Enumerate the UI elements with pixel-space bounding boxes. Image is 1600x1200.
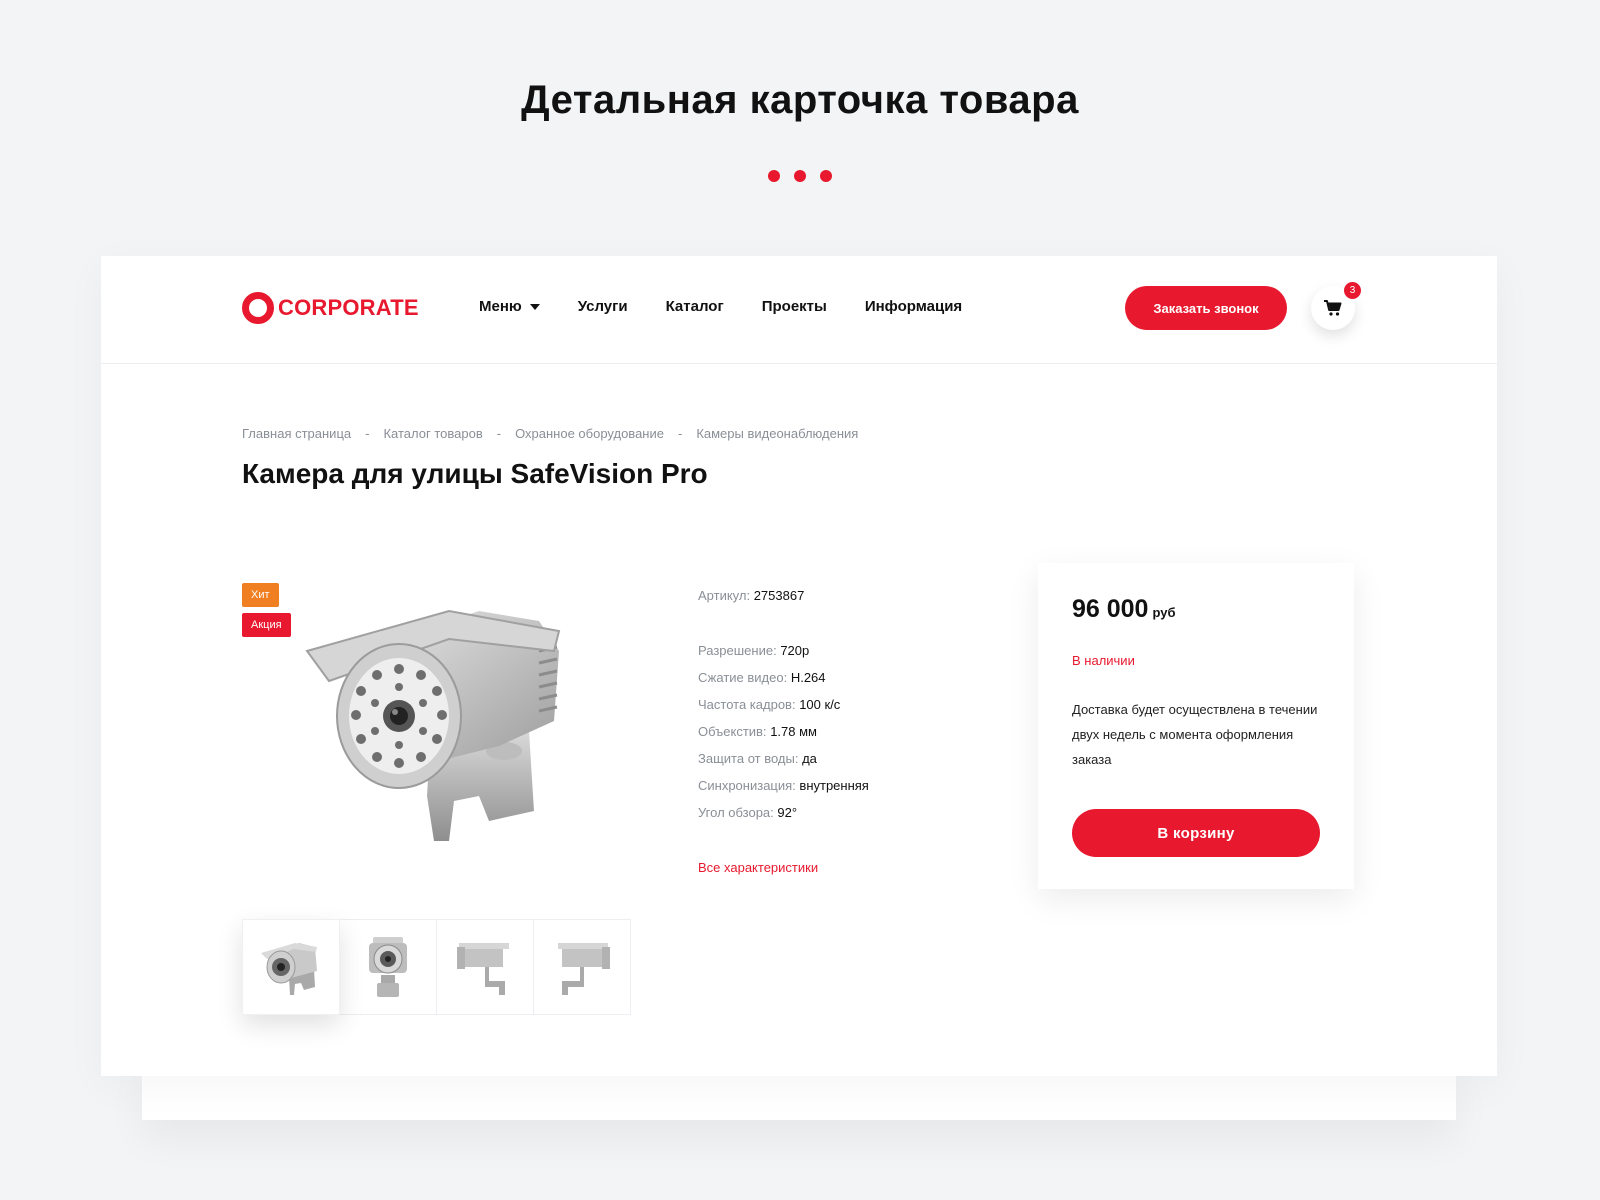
cart-button[interactable]: 3 xyxy=(1311,282,1361,330)
stock-status: В наличии xyxy=(1072,653,1135,668)
thumbnail-2[interactable] xyxy=(339,919,437,1015)
spec-row: Сжатие видео: H.264 xyxy=(698,669,869,696)
spec-row: Частота кадров: 100 к/с xyxy=(698,696,869,723)
spec-value: 100 к/с xyxy=(799,697,841,712)
price: 96 000 руб xyxy=(1072,595,1176,624)
breadcrumb-item[interactable]: Охранное оборудование xyxy=(515,426,664,441)
currency: руб xyxy=(1152,605,1176,620)
sale-badge: Акция xyxy=(242,613,291,637)
breadcrumb: Главная страница - Каталог товаров - Охр… xyxy=(242,426,858,441)
spec-value: 720p xyxy=(780,643,810,658)
chevron-down-icon xyxy=(529,303,540,310)
camera-thumb-icon xyxy=(261,943,317,995)
breadcrumb-separator: - xyxy=(677,426,683,441)
spec-value: да xyxy=(802,751,817,766)
breadcrumb-item[interactable]: Главная страница xyxy=(242,426,351,441)
spec-label: Объекстив: xyxy=(698,724,767,739)
spec-row: Синхронизация: внутренняя xyxy=(698,777,869,804)
showcase-title: Детальная карточка товара xyxy=(521,78,1079,122)
spec-row: Объекстив: 1.78 мм xyxy=(698,723,869,750)
spec-value: 92° xyxy=(777,805,798,820)
dot xyxy=(768,170,780,182)
spec-list: Разрешение: 720p Сжатие видео: H.264 Час… xyxy=(698,642,869,831)
cart-count-badge: 3 xyxy=(1344,282,1361,299)
camera-image xyxy=(305,609,561,841)
camera-thumb-icon xyxy=(457,943,509,995)
spec-label: Частота кадров: xyxy=(698,697,796,712)
spec-label: Защита от воды: xyxy=(698,751,799,766)
dot xyxy=(794,170,806,182)
add-to-cart-button[interactable]: В корзину xyxy=(1072,809,1320,857)
breadcrumb-item[interactable]: Камеры видеонаблюдения xyxy=(696,426,858,441)
nav-item-label: Проекты xyxy=(761,298,827,315)
nav-item-label: Услуги xyxy=(577,298,628,315)
cart-icon xyxy=(1324,300,1342,316)
spec-value: 1.78 мм xyxy=(770,724,817,739)
price-card: 96 000 руб В наличии Доставка будет осуще… xyxy=(1038,563,1354,889)
spec-value: внутренняя xyxy=(799,778,869,793)
nav-item-label: Меню xyxy=(479,298,522,315)
delivery-info: Доставка будет осуществлена в течении дв… xyxy=(1072,702,1318,767)
spec-label: Разрешение: xyxy=(698,643,777,658)
dot xyxy=(820,170,832,182)
sku-value: 2753867 xyxy=(753,588,805,603)
logo[interactable]: CORPORATE xyxy=(242,292,419,324)
spec-row: Защита от воды: да xyxy=(698,750,869,777)
all-specs-link[interactable]: Все характеристики xyxy=(698,860,818,875)
hit-badge: Хит xyxy=(242,583,279,607)
breadcrumb-separator: - xyxy=(365,426,370,441)
sku: Артикул: 2753867 xyxy=(698,588,804,603)
product-page: CORPORATE Меню Услуги Каталог Проекты Ин… xyxy=(101,256,1497,1076)
spec-label: Угол обзора: xyxy=(698,805,774,820)
main-nav: Меню Услуги Каталог Проекты Информация xyxy=(479,298,1000,315)
thumbnail-4[interactable] xyxy=(533,919,631,1015)
thumbnail-gallery xyxy=(242,919,631,1015)
logo-ring-icon xyxy=(242,292,274,324)
pagination-dots xyxy=(0,170,1600,182)
thumbnail-1[interactable] xyxy=(242,919,340,1015)
nav-item-info[interactable]: Информация xyxy=(865,298,962,315)
nav-item-menu[interactable]: Меню xyxy=(479,298,540,315)
spec-label: Синхронизация: xyxy=(698,778,796,793)
thumbnail-3[interactable] xyxy=(436,919,534,1015)
site-header: CORPORATE Меню Услуги Каталог Проекты Ин… xyxy=(101,256,1497,364)
nav-item-catalog[interactable]: Каталог xyxy=(666,298,724,315)
spec-value: H.264 xyxy=(790,670,826,685)
nav-item-label: Информация xyxy=(864,298,963,315)
spec-row: Разрешение: 720p xyxy=(698,642,869,669)
sku-label: Артикул: xyxy=(698,588,751,603)
page-title: Камера для улицы SafeVision Pro xyxy=(242,458,708,489)
nav-item-services[interactable]: Услуги xyxy=(578,298,628,315)
spec-row: Угол обзора: 92° xyxy=(698,804,869,831)
nav-item-projects[interactable]: Проекты xyxy=(762,298,827,315)
camera-thumb-icon xyxy=(558,943,610,995)
logo-text: CORPORATE xyxy=(278,295,419,320)
product-main-image[interactable] xyxy=(299,591,589,851)
spec-label: Сжатие видео: xyxy=(698,670,788,685)
breadcrumb-separator: - xyxy=(496,426,502,441)
callback-button[interactable]: Заказать звонок xyxy=(1125,286,1287,330)
price-value: 96 000 xyxy=(1072,595,1149,623)
nav-item-label: Каталог xyxy=(665,298,724,315)
breadcrumb-item[interactable]: Каталог товаров xyxy=(383,426,482,441)
camera-thumb-icon xyxy=(369,937,407,997)
